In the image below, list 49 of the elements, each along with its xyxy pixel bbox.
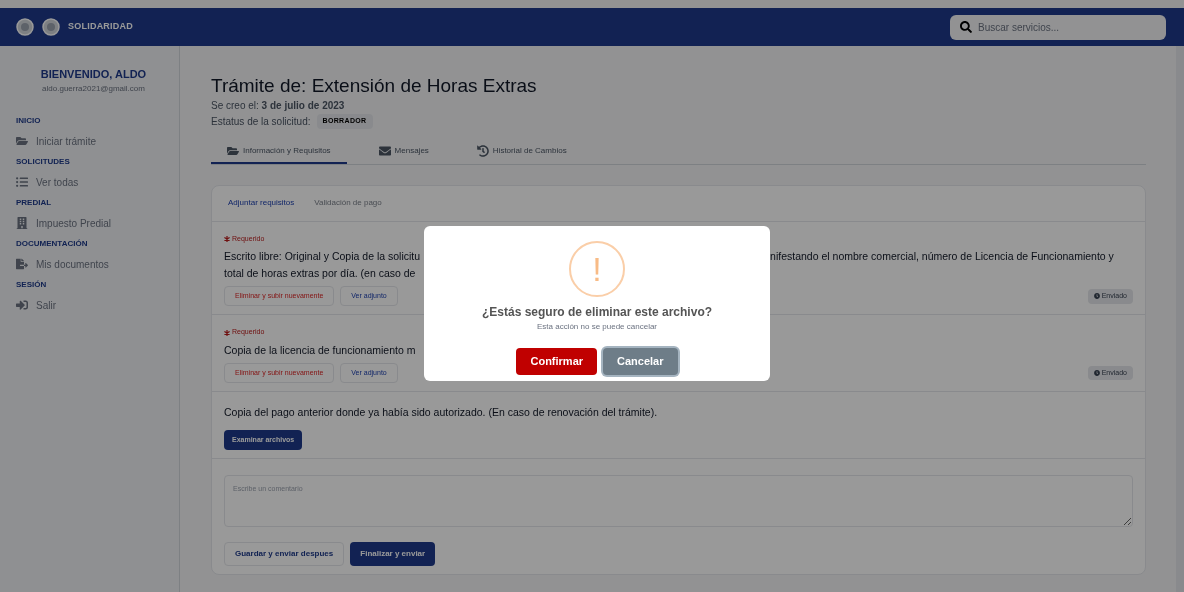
cancel-button[interactable]: Cancelar	[603, 348, 678, 375]
status-label: Estatus de la solicitud:	[211, 114, 311, 129]
requirement-text: nifestando el nombre comercial, número de Licencia de Funcionamiento y	[770, 249, 1114, 265]
sidebar-item[interactable]: Mis documentos	[16, 256, 171, 272]
created-date: Se creo el: 3 de julio de 2023	[211, 98, 346, 113]
confirm-button[interactable]: Confirmar	[516, 348, 598, 375]
search-icon	[960, 21, 972, 33]
folder-icon	[16, 135, 28, 147]
seal-icon	[42, 18, 60, 36]
logo-text: SOLIDARIDAD	[68, 20, 133, 34]
exit-icon	[16, 299, 28, 311]
building-icon	[16, 217, 28, 229]
warning-icon: !	[569, 241, 625, 297]
mail-icon	[378, 145, 391, 158]
dialog-message: Esta acción no se puede cancelar	[536, 321, 658, 333]
page-title: Trámite de: Extensión de Horas Extras	[211, 74, 538, 98]
sidebar-item[interactable]: Impuesto Predial	[16, 215, 171, 231]
folder-icon	[227, 145, 239, 158]
section-heading: SESIÓN	[16, 278, 48, 291]
requirement-text: Escrito libre: Original y Copia de la solicitu	[224, 249, 421, 265]
asterisk-icon	[224, 236, 230, 242]
search-field[interactable]: Buscar servicios...	[950, 15, 1166, 40]
section-heading: DOCUMENTACIÓN	[16, 237, 89, 250]
clock-icon	[1093, 293, 1100, 300]
section-heading: SOLICITUDES	[16, 155, 71, 168]
dialog-title: ¿Estás seguro de eliminar este archivo?	[481, 304, 713, 321]
requirement-text: Copia de la licencia de funcionamiento m	[224, 342, 416, 358]
tab[interactable]: Mensajes	[362, 140, 445, 164]
file-icon	[16, 258, 28, 270]
history-icon	[476, 145, 489, 158]
sidebar-item[interactable]: Ver todas	[16, 174, 171, 190]
save-later-button[interactable]: Guardar y enviar despues	[224, 542, 345, 566]
sidebar-item[interactable]: Iniciar trámite	[16, 133, 171, 149]
requirement-text: total de horas extras por día. (en caso de	[224, 266, 417, 282]
asterisk-icon	[224, 329, 230, 336]
section-heading: INICIO	[16, 114, 42, 127]
user-email: aldo.guerra2021@gmail.com	[42, 82, 145, 95]
clock-icon	[1093, 369, 1100, 376]
tab[interactable]: Historial de Cambios	[460, 140, 583, 164]
finish-send-button[interactable]: Finalizar y enviar	[350, 542, 436, 566]
subtab[interactable]: Adjuntar requisitos	[228, 197, 295, 210]
seal-icon	[16, 18, 34, 36]
section-heading: PREDIAL	[16, 196, 53, 209]
requirement-text: Copia del pago anterior donde ya había sido autorizado. (En caso de renovación del trámite).	[224, 404, 658, 420]
welcome-text: BIENVENIDO, ALDO	[40, 67, 147, 82]
sidebar-item[interactable]: Salir	[16, 297, 171, 313]
tab[interactable]: Información y Requisitos	[211, 140, 347, 164]
list-icon	[16, 176, 28, 188]
subtab[interactable]: Validación de pago	[314, 197, 382, 210]
